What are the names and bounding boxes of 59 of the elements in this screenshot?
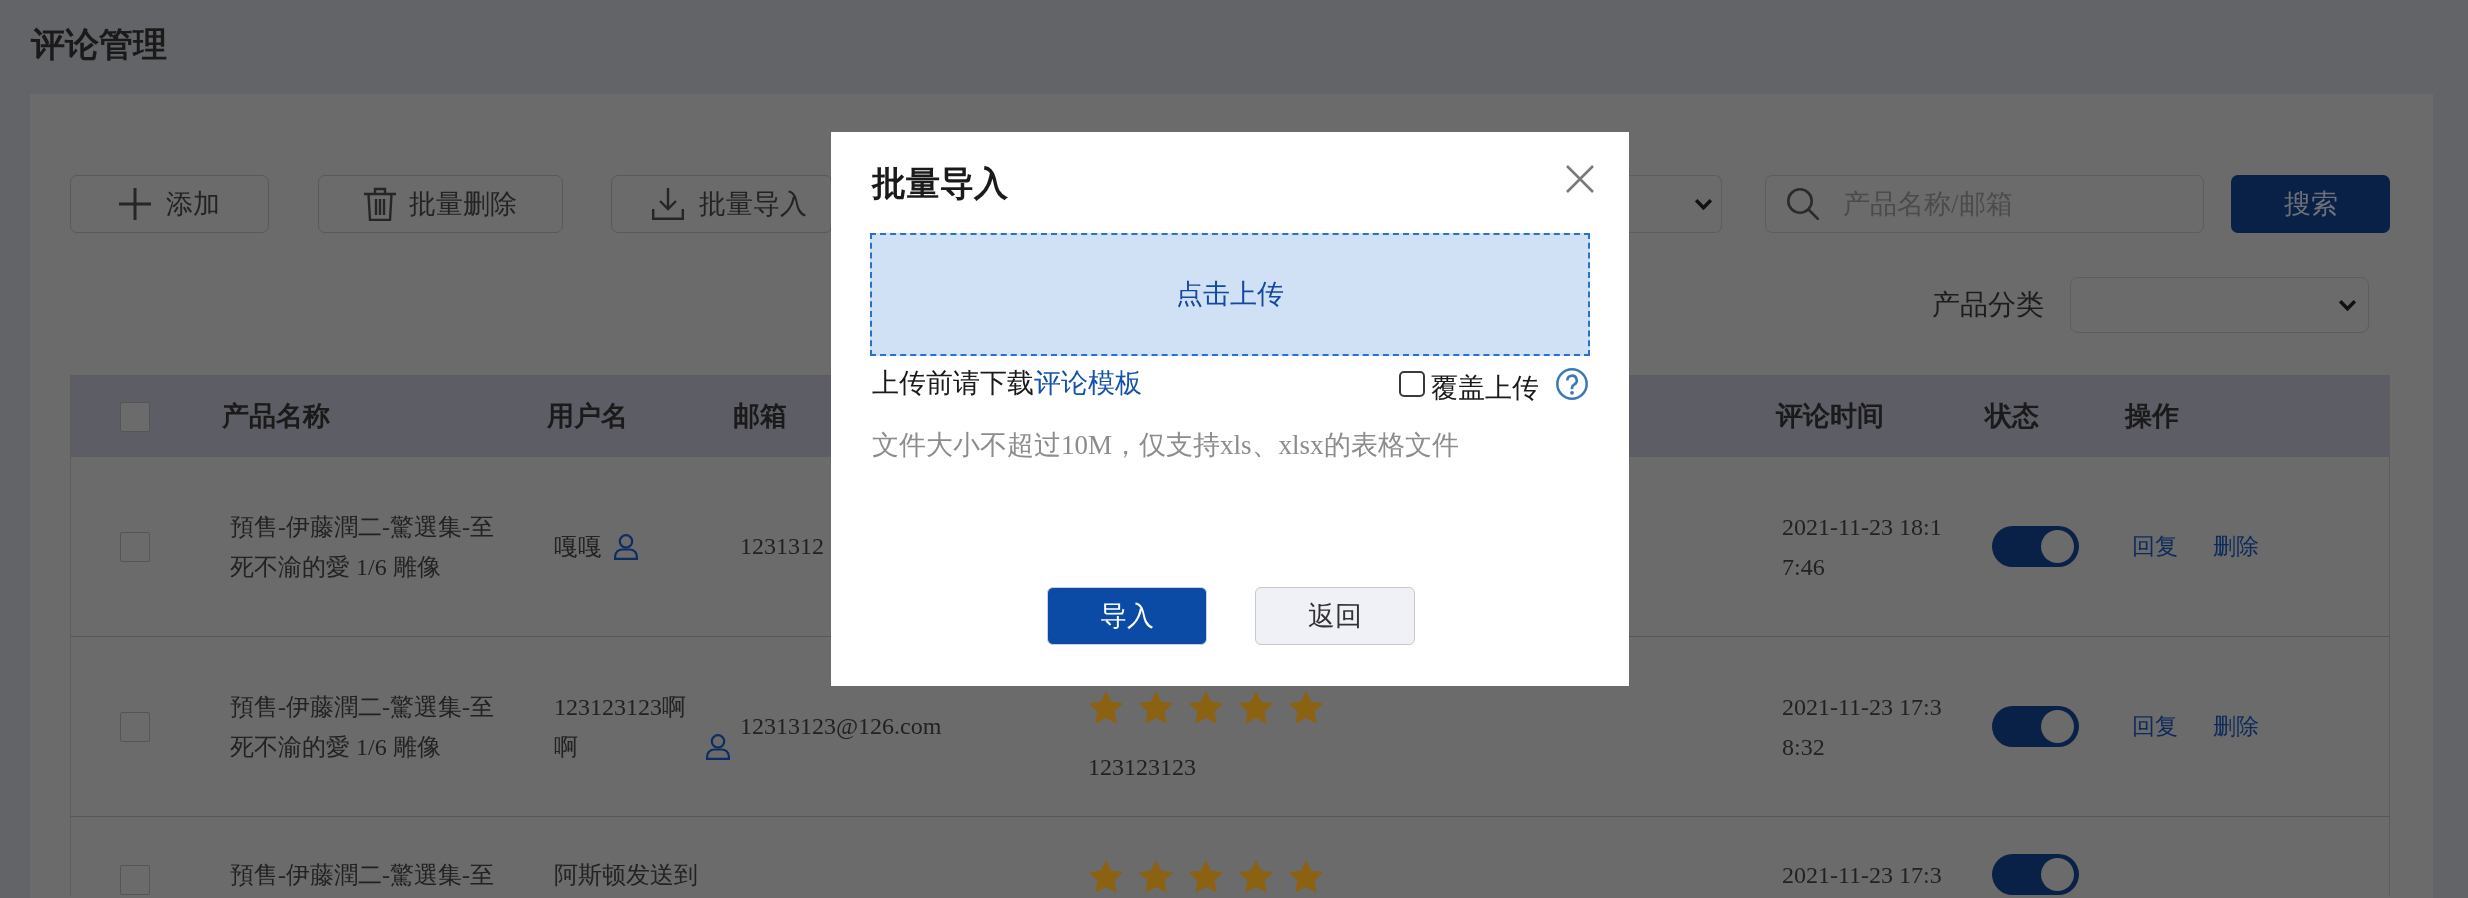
category-label: 产品分类 [1932,288,2044,322]
star-icon [1238,690,1274,726]
product-name: 預售-伊藤潤二-驚選集-至 [230,861,494,890]
plus-icon [119,188,151,220]
star-icon [1288,859,1324,895]
star-icon [1088,690,1124,726]
delete-link[interactable]: 删除 [2213,531,2259,562]
column-header: 评论时间 [1776,400,1884,433]
user-icon[interactable] [706,733,730,760]
download-icon [652,188,684,220]
file-size-note: 文件大小不超过10M，仅支持xls、xlsx的表格文件 [872,429,1459,462]
column-header: 操作 [2125,400,2179,433]
chevron-down-icon [2339,299,2356,311]
email: 12313123@126.com [740,711,942,741]
batch-delete-button[interactable]: 批量删除 [318,175,563,233]
star-icon [1138,690,1174,726]
chevron-down-icon [1695,198,1712,210]
help-icon[interactable] [1556,367,1588,400]
username: 嘎嘎 [554,532,602,562]
add-button[interactable]: 添加 [70,175,269,233]
star-icon [1188,859,1224,895]
product-name: 預售-伊藤潤二-驚選集-至死不渝的愛 1/6 雕像 [230,692,495,762]
reply-link[interactable]: 回复 [2132,531,2178,562]
status-toggle[interactable] [1992,854,2079,895]
reply-link[interactable]: 回复 [2132,711,2178,742]
column-header: 邮箱 [733,400,787,433]
search-button[interactable]: 搜索 [2231,175,2390,233]
status-toggle[interactable] [1992,706,2079,747]
comment-time: 2021-11-23 17:38:32 [1782,692,1943,762]
import-button[interactable]: 导入 [1047,587,1207,645]
star-icon [1088,859,1124,895]
template-hint: 上传前请下载评论模板 [872,367,1142,400]
overwrite-checkbox[interactable] [1399,370,1425,397]
comment-time: 2021-11-23 18:17:46 [1782,512,1943,582]
template-link[interactable]: 评论模板 [1034,368,1142,398]
comment-text: 123123123 [1088,753,1196,782]
comment-time: 2021-11-23 17:3 [1782,861,1943,890]
status-toggle[interactable] [1992,526,2079,567]
username: 阿斯顿发送到 [554,861,698,890]
column-header: 用户名 [547,400,628,433]
column-header: 产品名称 [222,400,330,433]
delete-link[interactable]: 删除 [2213,711,2259,742]
upload-dropzone[interactable]: 点击上传 [870,233,1590,356]
star-icon [1238,859,1274,895]
dialog-title: 批量导入 [872,164,1008,204]
trash-icon [364,187,396,221]
column-header: 状态 [1985,400,2039,433]
star-icon [1138,859,1174,895]
star-icon [1188,690,1224,726]
username: 123123123啊啊 [554,692,687,762]
product-name: 預售-伊藤潤二-驚選集-至死不渝的愛 1/6 雕像 [230,512,495,582]
search-icon [1787,188,1819,220]
overwrite-label: 覆盖上传 [1431,372,1539,405]
star-icon [1288,690,1324,726]
back-button[interactable]: 返回 [1255,587,1415,645]
page-title: 评论管理 [31,24,167,65]
email: 1231312 [740,531,824,561]
user-icon[interactable] [614,533,638,560]
close-icon[interactable] [1566,165,1594,193]
